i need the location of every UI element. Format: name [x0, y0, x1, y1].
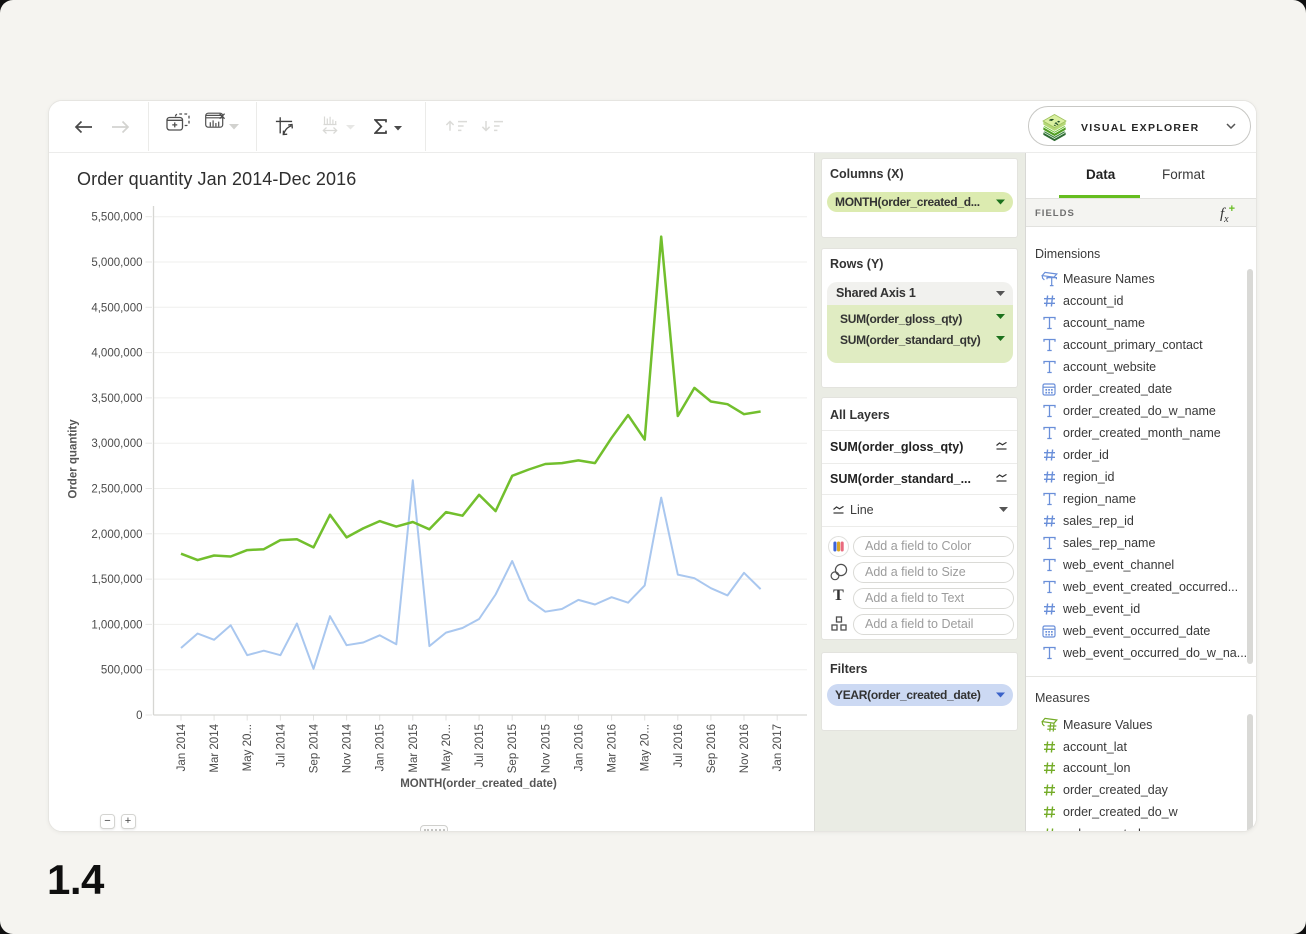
- svg-text:May 20...: May 20...: [441, 724, 453, 771]
- svg-text:500,000: 500,000: [101, 665, 143, 677]
- svg-text:1,500,000: 1,500,000: [91, 574, 142, 586]
- svg-text:Jan 2016: Jan 2016: [573, 724, 585, 771]
- svg-text:4,500,000: 4,500,000: [91, 302, 142, 314]
- svg-text:Mar 2015: Mar 2015: [408, 724, 420, 773]
- svg-text:Jan 2014: Jan 2014: [176, 723, 188, 771]
- svg-text:4,000,000: 4,000,000: [91, 348, 142, 360]
- svg-text:Jan 2017: Jan 2017: [772, 724, 784, 771]
- svg-text:1,000,000: 1,000,000: [91, 619, 142, 631]
- svg-text:Mar 2014: Mar 2014: [209, 723, 221, 772]
- svg-text:5,500,000: 5,500,000: [91, 212, 142, 224]
- svg-text:Mar 2016: Mar 2016: [607, 724, 619, 773]
- svg-text:Nov 2015: Nov 2015: [540, 724, 552, 773]
- svg-text:Sep 2016: Sep 2016: [706, 724, 718, 773]
- svg-text:Sep 2015: Sep 2015: [507, 724, 519, 773]
- svg-text:May 20...: May 20...: [242, 724, 254, 771]
- svg-text:Jan 2015: Jan 2015: [375, 724, 387, 771]
- svg-text:MONTH(order_created_date): MONTH(order_created_date): [400, 778, 557, 790]
- svg-text:2,500,000: 2,500,000: [91, 484, 142, 496]
- svg-text:3,500,000: 3,500,000: [91, 393, 142, 405]
- svg-text:2,000,000: 2,000,000: [91, 529, 142, 541]
- svg-text:3,000,000: 3,000,000: [91, 438, 142, 450]
- svg-text:Nov 2014: Nov 2014: [342, 723, 354, 773]
- svg-text:Jul 2016: Jul 2016: [673, 724, 685, 767]
- svg-text:0: 0: [136, 710, 142, 722]
- svg-text:Jul 2014: Jul 2014: [275, 723, 287, 767]
- svg-text:Jul 2015: Jul 2015: [474, 724, 486, 767]
- svg-text:5,000,000: 5,000,000: [91, 257, 142, 269]
- svg-text:Sep 2014: Sep 2014: [309, 723, 321, 773]
- svg-text:Order quantity: Order quantity: [68, 419, 80, 499]
- svg-text:May 20...: May 20...: [640, 724, 652, 771]
- svg-text:Nov 2016: Nov 2016: [739, 724, 751, 773]
